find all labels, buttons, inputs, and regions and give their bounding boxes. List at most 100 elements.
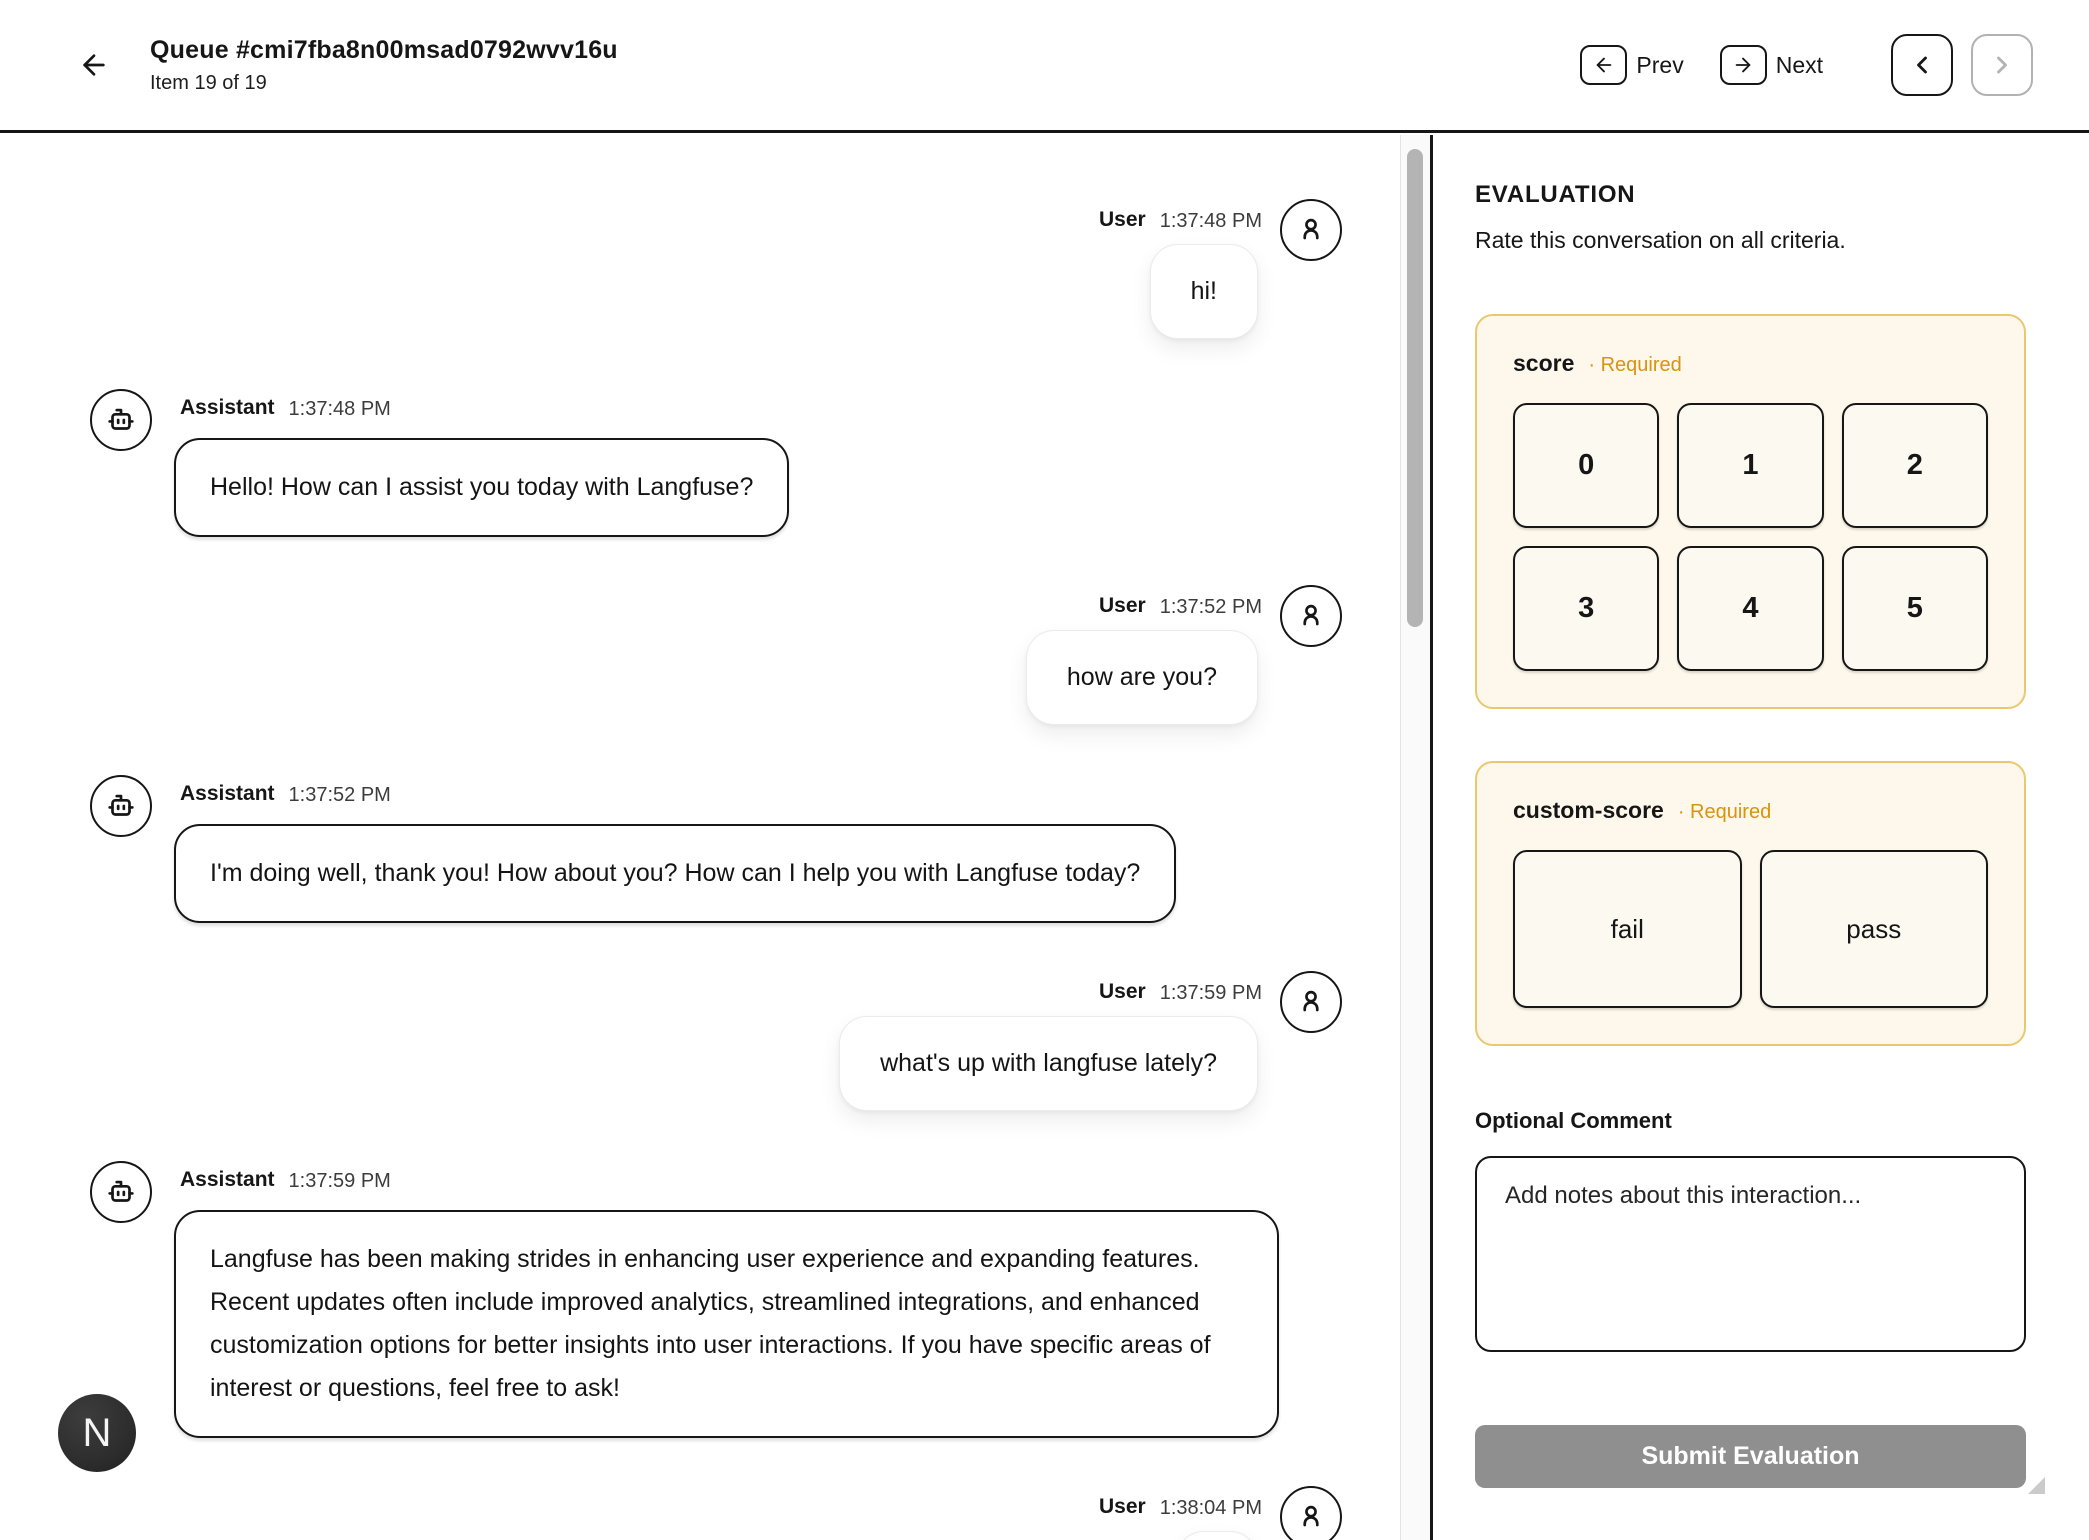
user-icon <box>1295 986 1327 1018</box>
chevron-right-button[interactable] <box>1971 34 2033 96</box>
bot-icon <box>104 789 138 823</box>
criterion-name: custom-score <box>1513 797 1664 824</box>
prev-label: Prev <box>1636 52 1683 79</box>
header-actions: Prev Next <box>1580 34 2033 96</box>
message-bubble <box>1176 1531 1258 1540</box>
page-subtitle: Item 19 of 19 <box>150 72 618 95</box>
message-author: User <box>1099 205 1146 235</box>
message-timestamp: 1:37:59 PM <box>289 1165 391 1196</box>
message-bubble: how are you? <box>1026 630 1258 725</box>
message-author: User <box>1099 591 1146 621</box>
criterion-header: custom-score · Required <box>1513 797 1988 824</box>
message-timestamp: 1:38:04 PM <box>1160 1492 1262 1523</box>
option-score-0[interactable]: 0 <box>1513 403 1659 528</box>
message-meta: Assistant 1:37:59 PM <box>180 1165 1279 1196</box>
next-item-button[interactable]: Next <box>1720 45 1823 85</box>
option-score-5[interactable]: 5 <box>1842 546 1988 671</box>
message-bubble: Hello! How can I assist you today with L… <box>174 438 789 537</box>
message-timestamp: 1:37:52 PM <box>289 779 391 810</box>
chevron-left-icon <box>1908 51 1936 79</box>
nextjs-dev-badge[interactable]: N <box>58 1394 136 1472</box>
user-icon <box>1295 214 1327 246</box>
criterion-required-badge: · Required <box>1588 354 1681 377</box>
message-meta: Assistant 1:37:52 PM <box>180 779 1176 810</box>
assistant-avatar <box>90 775 152 837</box>
chat-message-assistant: Assistant 1:37:52 PM I'm doing well, thank… <box>90 779 1400 923</box>
assistant-avatar <box>90 1161 152 1223</box>
option-custom-score-pass[interactable]: pass <box>1760 850 1989 1008</box>
criterion-options: failpass <box>1513 850 1988 1008</box>
message-author: User <box>1099 1492 1146 1522</box>
arrow-right-key-icon <box>1720 45 1767 85</box>
message-author: Assistant <box>180 1165 275 1195</box>
message-content: Assistant1:37:59 PMLangfuse has been mak… <box>180 1165 1279 1438</box>
message-content: Assistant1:37:48 PMHello! How can I assi… <box>180 393 789 537</box>
back-button[interactable] <box>72 43 116 87</box>
option-score-2[interactable]: 2 <box>1842 403 1988 528</box>
chat-message-assistant: Assistant 1:37:48 PM Hello! How can I assi… <box>90 393 1400 537</box>
message-author: Assistant <box>180 779 275 809</box>
criterion-card-score: score · Required 012 345 <box>1475 314 2026 709</box>
message-meta: User1:37:59 PM <box>1099 977 1342 1008</box>
chevron-right-icon <box>1988 51 2016 79</box>
comment-label: Optional Comment <box>1475 1108 2026 1134</box>
next-label: Next <box>1776 52 1823 79</box>
arrow-left-key-icon <box>1580 45 1627 85</box>
user-avatar <box>1280 1486 1342 1540</box>
comment-input[interactable] <box>1475 1156 2026 1352</box>
message-content: Assistant1:37:52 PMI'm doing well, thank… <box>180 779 1176 923</box>
criterion-name: score <box>1513 350 1574 377</box>
message-author: Assistant <box>180 393 275 423</box>
user-avatar <box>1280 971 1342 1033</box>
user-icon <box>1295 1501 1327 1533</box>
chat-message-user: User 1:37:52 PM how are you? <box>90 591 1400 725</box>
message-author: User <box>1099 977 1146 1007</box>
option-score-3[interactable]: 3 <box>1513 546 1659 671</box>
chat-scrollbar-thumb[interactable] <box>1407 149 1423 627</box>
evaluation-panel: EVALUATION Rate this conversation on all… <box>1433 135 2089 1540</box>
resize-grip-icon[interactable] <box>2028 1477 2045 1494</box>
title-block: Queue #cmi7fba8n00msad0792wvv16u Item 19… <box>150 36 618 95</box>
evaluation-instruction: Rate this conversation on all criteria. <box>1475 227 2026 254</box>
evaluation-heading: EVALUATION <box>1475 181 2026 209</box>
message-timestamp: 1:37:48 PM <box>289 393 391 424</box>
pager-buttons <box>1891 34 2033 96</box>
arrow-left-icon <box>78 49 110 81</box>
chat-message-user: User1:37:59 PM what's up with langfuse la… <box>90 977 1400 1111</box>
criterion-required-badge: · Required <box>1678 801 1771 824</box>
message-bubble: hi! <box>1150 244 1258 339</box>
message-timestamp: 1:37:52 PM <box>1160 591 1262 622</box>
message-meta: User 1:37:52 PM <box>1099 591 1342 622</box>
chat-messages: User 1:37:48 PM hi! Assistant 1:37:48 PM Hell… <box>0 135 1430 1540</box>
message-meta: Assistant 1:37:48 PM <box>180 393 789 424</box>
option-score-4[interactable]: 4 <box>1677 546 1823 671</box>
chat-message-user: User 1:37:48 PM hi! <box>90 205 1400 339</box>
option-score-1[interactable]: 1 <box>1677 403 1823 528</box>
criterion-options: 012 345 <box>1513 403 1988 671</box>
criterion-card-custom-score: custom-score · Required failpass <box>1475 761 2026 1046</box>
criteria-list: score · Required 012 345 custom-score · Requi… <box>1475 314 2026 1046</box>
message-timestamp: 1:37:48 PM <box>1160 205 1262 236</box>
option-custom-score-fail[interactable]: fail <box>1513 850 1742 1008</box>
submit-evaluation-button[interactable]: Submit Evaluation <box>1475 1425 2026 1488</box>
message-bubble: I'm doing well, thank you! How about you… <box>174 824 1176 923</box>
message-meta: User 1:38:04 PM <box>1099 1492 1342 1523</box>
chat-panel: User 1:37:48 PM hi! Assistant 1:37:48 PM Hell… <box>0 135 1430 1540</box>
user-icon <box>1295 600 1327 632</box>
bot-icon <box>104 403 138 437</box>
bot-icon <box>104 1175 138 1209</box>
chat-scrollbar-track[interactable] <box>1400 135 1430 1540</box>
criterion-header: score · Required <box>1513 350 1988 377</box>
assistant-avatar <box>90 389 152 451</box>
page-title: Queue #cmi7fba8n00msad0792wvv16u <box>150 36 618 65</box>
message-bubble: Langfuse has been making strides in enha… <box>174 1210 1279 1438</box>
message-meta: User 1:37:48 PM <box>1099 205 1342 236</box>
chevron-left-button[interactable] <box>1891 34 1953 96</box>
user-avatar <box>1280 585 1342 647</box>
chat-message-user: User 1:38:04 PM <box>90 1492 1400 1540</box>
message-bubble: what's up with langfuse lately? <box>839 1016 1258 1111</box>
app-header: Queue #cmi7fba8n00msad0792wvv16u Item 19… <box>0 0 2089 133</box>
user-avatar <box>1280 199 1342 261</box>
nextjs-logo-letter: N <box>83 1411 112 1456</box>
prev-item-button[interactable]: Prev <box>1580 45 1683 85</box>
